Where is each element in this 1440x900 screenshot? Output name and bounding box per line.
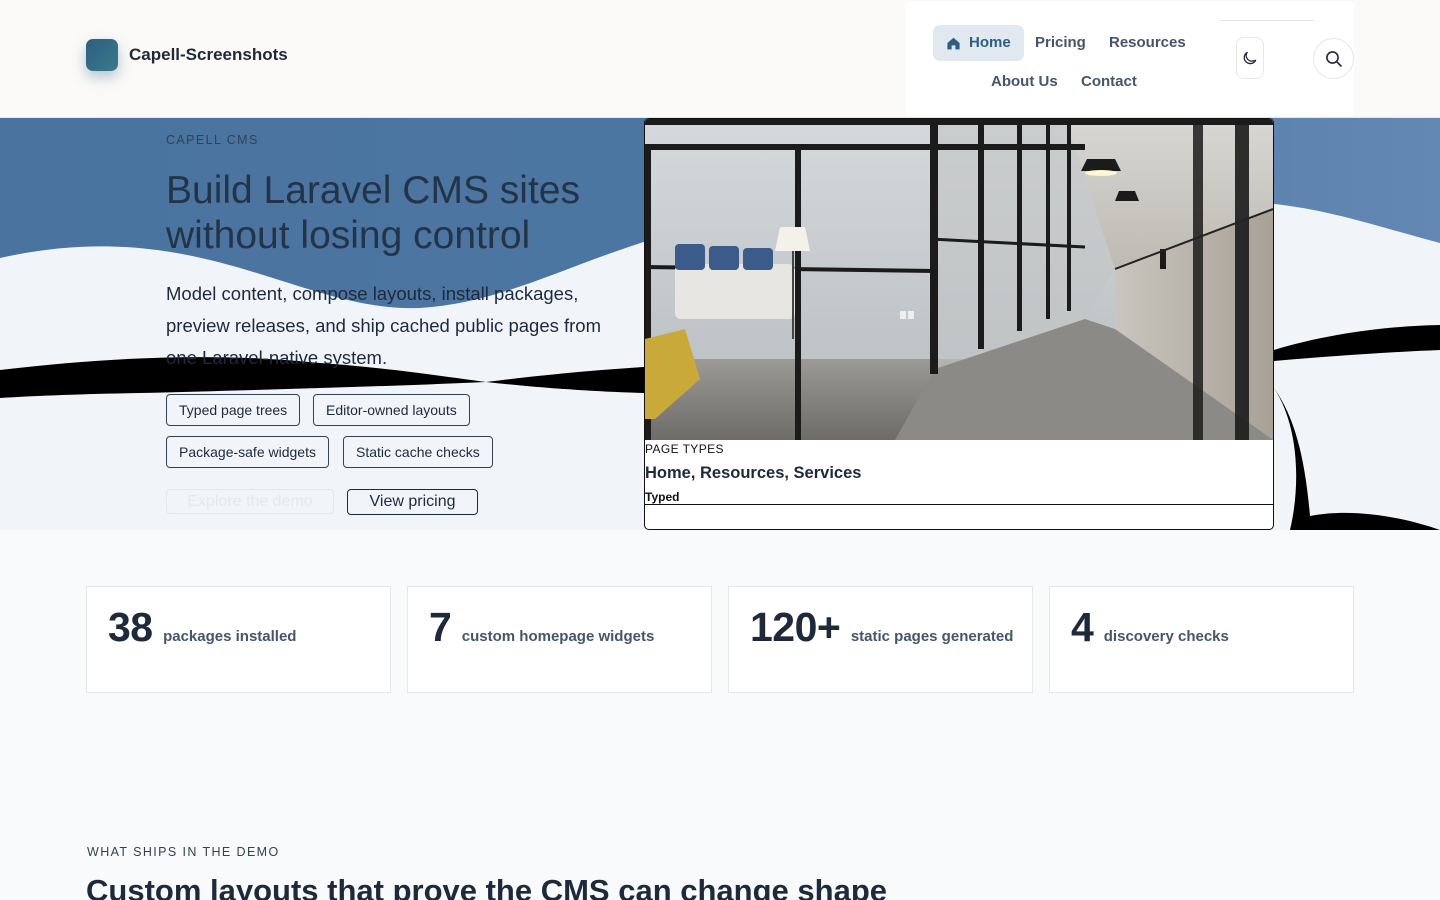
nav-item-home[interactable]: Home — [933, 25, 1024, 61]
stat-label: discovery checks — [1103, 628, 1229, 645]
hero-description: Model content, compose layouts, install … — [166, 283, 601, 368]
stat-value: 120+ — [750, 604, 841, 650]
tag-editor-owned-layouts: Editor-owned layouts — [313, 394, 470, 426]
stat-value: 4 — [1071, 604, 1094, 650]
main-nav: Home Pricing Resources About Us Contact — [906, 2, 1354, 116]
site-header: Capell-Screenshots Home Pricing Resource… — [0, 0, 1440, 118]
stat-card: 120+ static pages generated — [728, 586, 1033, 693]
card-title: Home, Resources, Services — [645, 464, 862, 482]
hero-eyebrow: CAPELL CMS — [166, 133, 259, 147]
tag-typed-page-trees: Typed page trees — [166, 394, 301, 426]
brand-logo — [86, 39, 118, 71]
view-pricing-button[interactable]: View pricing — [347, 489, 478, 515]
nav-label-home: Home — [969, 34, 1011, 51]
search-icon — [1325, 50, 1342, 67]
card-divider — [645, 504, 1273, 505]
nav-item-about-us[interactable]: About Us — [978, 64, 1071, 100]
page-types-card: PAGE TYPES Home, Resources, Services Typ… — [644, 118, 1274, 530]
brand-link[interactable]: Capell-Screenshots — [86, 39, 288, 71]
hero-section: CAPELL CMS Build Laravel CMS sites witho… — [0, 118, 1440, 530]
card-eyebrow: PAGE TYPES — [645, 442, 724, 456]
stat-label: static pages generated — [850, 628, 1014, 645]
tag-static-cache-checks: Static cache checks — [343, 436, 493, 468]
section-title: Custom layouts that prove the CMS can ch… — [86, 873, 887, 900]
nav-item-contact[interactable]: Contact — [1068, 64, 1150, 100]
stat-value: 7 — [429, 604, 452, 650]
nav-item-resources[interactable]: Resources — [1096, 25, 1199, 61]
search-button[interactable] — [1313, 38, 1354, 79]
nav-divider — [1220, 20, 1314, 21]
stat-card: 38 packages installed — [86, 586, 391, 693]
section-eyebrow: WHAT SHIPS IN THE DEMO — [87, 845, 280, 859]
explore-demo-button[interactable]: Explore the demo — [166, 489, 334, 514]
nav-item-pricing[interactable]: Pricing — [1022, 25, 1099, 61]
stat-card: 4 discovery checks — [1049, 586, 1354, 693]
theme-toggle-button[interactable] — [1236, 37, 1264, 79]
moon-icon — [1243, 51, 1257, 65]
office-hallway-photo — [645, 119, 1273, 440]
stat-card: 7 custom homepage widgets — [407, 586, 712, 693]
tag-package-safe-widgets: Package-safe widgets — [166, 436, 329, 468]
hero-title: Build Laravel CMS sites without losing c… — [166, 169, 580, 257]
stat-label: packages installed — [163, 628, 297, 645]
card-subtitle: Typed — [645, 490, 680, 504]
brand-name: Capell-Screenshots — [129, 45, 288, 64]
home-icon — [947, 37, 960, 49]
stat-label: custom homepage widgets — [461, 628, 655, 645]
stat-value: 38 — [108, 604, 153, 650]
